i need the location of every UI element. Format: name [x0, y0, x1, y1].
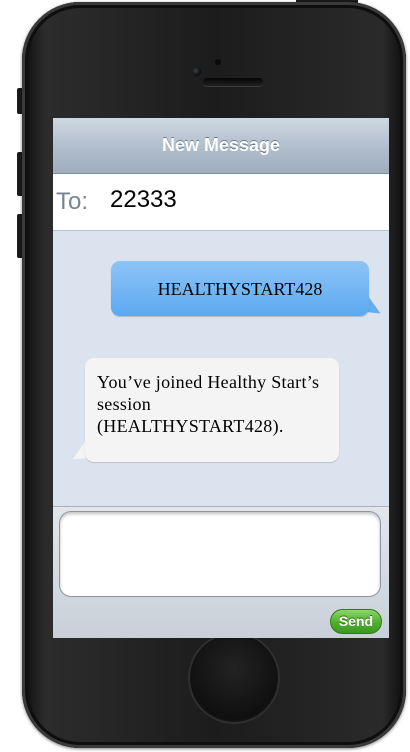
phone-screen: New Message To: 22333 HEALTHYSTART428 Yo… [53, 118, 389, 638]
incoming-message-text: You’ve joined Healthy Start’s session (H… [97, 372, 320, 436]
recipient-value[interactable]: 22333 [110, 186, 177, 214]
speaker-icon [215, 59, 221, 65]
earpiece [203, 78, 263, 86]
incoming-message-bubble: You’ve joined Healthy Start’s session (H… [85, 358, 339, 462]
home-button-icon[interactable] [188, 632, 280, 724]
compose-bar: Send [53, 506, 389, 638]
send-button[interactable]: Send [330, 609, 382, 634]
message-input[interactable] [59, 511, 381, 597]
recipient-label: To: [56, 188, 89, 215]
recipient-field[interactable]: To: 22333 [53, 174, 389, 231]
page-title: New Message [161, 135, 281, 155]
message-thread: HEALTHYSTART428 You’ve joined Healthy St… [53, 231, 389, 506]
outgoing-message-text: HEALTHYSTART428 [157, 279, 323, 299]
phone-mockup-stage: New Message To: 22333 HEALTHYSTART428 Yo… [0, 0, 410, 752]
camera-icon [192, 67, 201, 76]
outgoing-message-bubble: HEALTHYSTART428 [111, 261, 369, 316]
navigation-bar: New Message [53, 118, 389, 174]
